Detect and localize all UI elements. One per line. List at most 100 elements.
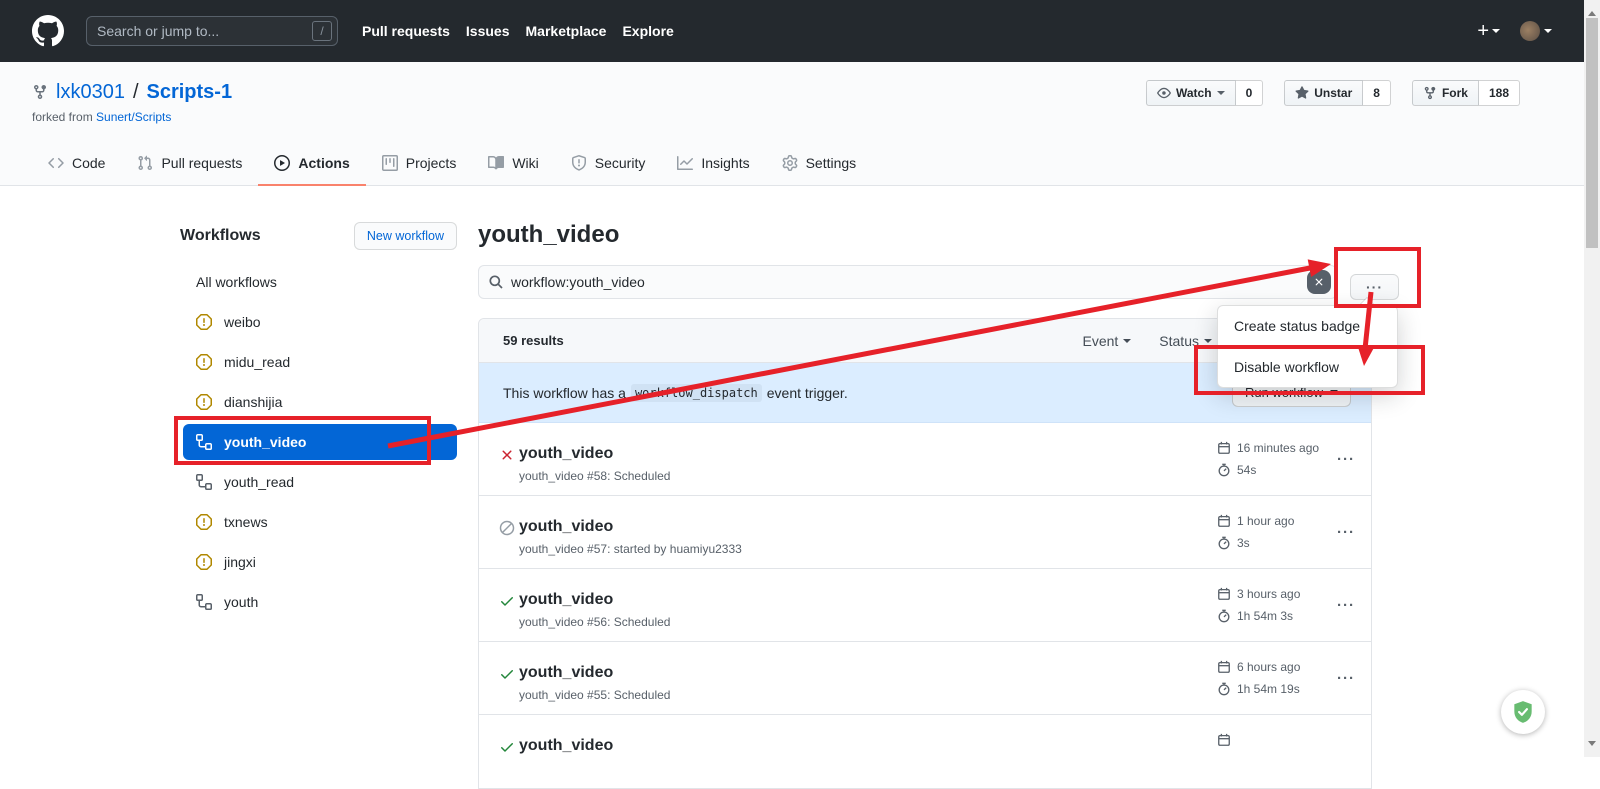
workflows-heading: Workflows xyxy=(180,227,261,245)
runs-search-input[interactable] xyxy=(478,265,1337,299)
tab-settings[interactable]: Settings xyxy=(766,142,873,186)
tab-label: Projects xyxy=(406,155,457,171)
run-subtitle: youth_video #55: Scheduled xyxy=(519,688,670,702)
workflow-label: dianshijia xyxy=(224,394,282,410)
fork-label: Fork xyxy=(1442,86,1468,100)
book-icon xyxy=(488,155,504,171)
run-title-link[interactable]: youth_video xyxy=(519,736,613,756)
calendar-icon xyxy=(1217,587,1231,601)
chevron-down-icon xyxy=(1204,339,1212,347)
run-options-button[interactable]: ··· xyxy=(1337,597,1355,614)
sidebar-item-jingxi[interactable]: jingxi xyxy=(180,542,457,582)
tab-security[interactable]: Security xyxy=(555,142,662,186)
sidebar-item-all-workflows[interactable]: All workflows xyxy=(180,262,457,302)
unstar-button[interactable]: Unstar xyxy=(1284,80,1363,106)
calendar-icon xyxy=(1217,514,1231,528)
forked-from-link[interactable]: Sunert/Scripts xyxy=(96,110,171,124)
sidebar-item-youth-read[interactable]: youth_read xyxy=(180,462,457,502)
nav-pull-requests[interactable]: Pull requests xyxy=(362,23,450,39)
run-time: 3 hours ago xyxy=(1237,587,1300,601)
github-logo-icon[interactable] xyxy=(32,15,64,47)
plus-icon: + xyxy=(1477,21,1489,41)
status-filter-dropdown[interactable]: Status xyxy=(1159,333,1212,349)
tab-label: Wiki xyxy=(512,155,538,171)
banner-text: event trigger. xyxy=(767,385,848,401)
workflow-list: All workflows weibo midu_read dianshijia… xyxy=(180,262,457,622)
run-title-link[interactable]: youth_video xyxy=(519,517,613,537)
success-check-icon xyxy=(499,666,515,682)
chevron-down-icon xyxy=(1544,29,1552,37)
sidebar-item-dianshijia[interactable]: dianshijia xyxy=(180,382,457,422)
run-title-link[interactable]: youth_video xyxy=(519,663,613,683)
chevron-down-icon xyxy=(1330,390,1338,398)
success-check-icon xyxy=(499,739,515,755)
clear-search-button[interactable] xyxy=(1307,270,1331,294)
run-time: 16 minutes ago xyxy=(1237,441,1319,455)
create-new-button[interactable]: + xyxy=(1477,21,1500,41)
run-time: 6 hours ago xyxy=(1237,660,1300,674)
fork-count[interactable]: 188 xyxy=(1479,80,1520,106)
run-duration: 3s xyxy=(1237,536,1250,550)
forked-from-text: forked from xyxy=(32,110,93,124)
run-title-link[interactable]: youth_video xyxy=(519,444,613,464)
sidebar-item-weibo[interactable]: weibo xyxy=(180,302,457,342)
results-count: 59 results xyxy=(503,333,564,348)
event-filter-dropdown[interactable]: Event xyxy=(1082,333,1131,349)
star-count[interactable]: 8 xyxy=(1363,80,1391,106)
calendar-icon xyxy=(1217,733,1231,747)
repo-tabs: Code Pull requests Actions Projects Wiki… xyxy=(32,142,872,186)
tab-code[interactable]: Code xyxy=(32,142,121,186)
filter-label: Event xyxy=(1082,333,1118,349)
warning-octagon-icon xyxy=(196,394,212,410)
menu-item-create-status-badge[interactable]: Create status badge xyxy=(1218,306,1397,346)
scrollbar-up-arrow[interactable] xyxy=(1588,7,1596,16)
new-workflow-button[interactable]: New workflow xyxy=(354,222,457,250)
repo-owner-link[interactable]: lxk0301 xyxy=(56,79,125,105)
page-scrollbar[interactable] xyxy=(1584,0,1600,757)
nav-marketplace[interactable]: Marketplace xyxy=(526,23,607,39)
run-options-button[interactable]: ··· xyxy=(1337,451,1355,468)
run-filters: Event Status xyxy=(1082,319,1212,363)
nav-issues[interactable]: Issues xyxy=(466,23,510,39)
shield-check-icon xyxy=(1510,699,1536,725)
workflow-run-row: youth_video youth_video #56: Scheduled 3… xyxy=(479,569,1371,642)
sidebar-item-youth-video[interactable]: youth_video xyxy=(183,424,457,460)
repo-name-link[interactable]: Scripts-1 xyxy=(147,79,233,105)
scrollbar-down-arrow[interactable] xyxy=(1588,741,1596,750)
workflow-run-row: youth_video youth_video #58: Scheduled 1… xyxy=(479,423,1371,496)
warning-octagon-icon xyxy=(196,514,212,530)
tab-pull-requests[interactable]: Pull requests xyxy=(121,142,258,186)
play-icon xyxy=(274,155,290,171)
global-search: / xyxy=(86,16,338,46)
watch-button[interactable]: Watch xyxy=(1146,80,1236,106)
tab-label: Security xyxy=(595,155,646,171)
adguard-extension-button[interactable] xyxy=(1501,690,1545,734)
warning-octagon-icon xyxy=(196,314,212,330)
scrollbar-thumb[interactable] xyxy=(1586,18,1598,248)
sidebar-item-youth[interactable]: youth xyxy=(180,582,457,622)
global-search-input[interactable] xyxy=(86,16,338,46)
sidebar-item-midu-read[interactable]: midu_read xyxy=(180,342,457,382)
nav-explore[interactable]: Explore xyxy=(622,23,673,39)
watch-count[interactable]: 0 xyxy=(1236,80,1264,106)
tab-actions[interactable]: Actions xyxy=(258,142,365,186)
menu-item-disable-workflow[interactable]: Disable workflow xyxy=(1218,347,1397,387)
star-group: Unstar 8 xyxy=(1284,80,1391,106)
chevron-down-icon xyxy=(1217,91,1225,99)
workflow-run-row: youth_video xyxy=(479,715,1371,788)
sidebar-item-txnews[interactable]: txnews xyxy=(180,502,457,542)
shield-icon xyxy=(571,155,587,171)
run-time: 1 hour ago xyxy=(1237,514,1294,528)
workflow-label: youth xyxy=(224,594,258,610)
run-title-link[interactable]: youth_video xyxy=(519,590,613,610)
user-menu-button[interactable] xyxy=(1520,21,1552,41)
run-options-button[interactable]: ··· xyxy=(1337,524,1355,541)
tab-wiki[interactable]: Wiki xyxy=(472,142,554,186)
tab-projects[interactable]: Projects xyxy=(366,142,473,186)
fork-button[interactable]: Fork xyxy=(1412,80,1479,106)
filter-label: Status xyxy=(1159,333,1199,349)
workflow-label: txnews xyxy=(224,514,268,530)
runs-search xyxy=(478,265,1337,299)
run-options-button[interactable]: ··· xyxy=(1337,670,1355,687)
tab-insights[interactable]: Insights xyxy=(661,142,765,186)
